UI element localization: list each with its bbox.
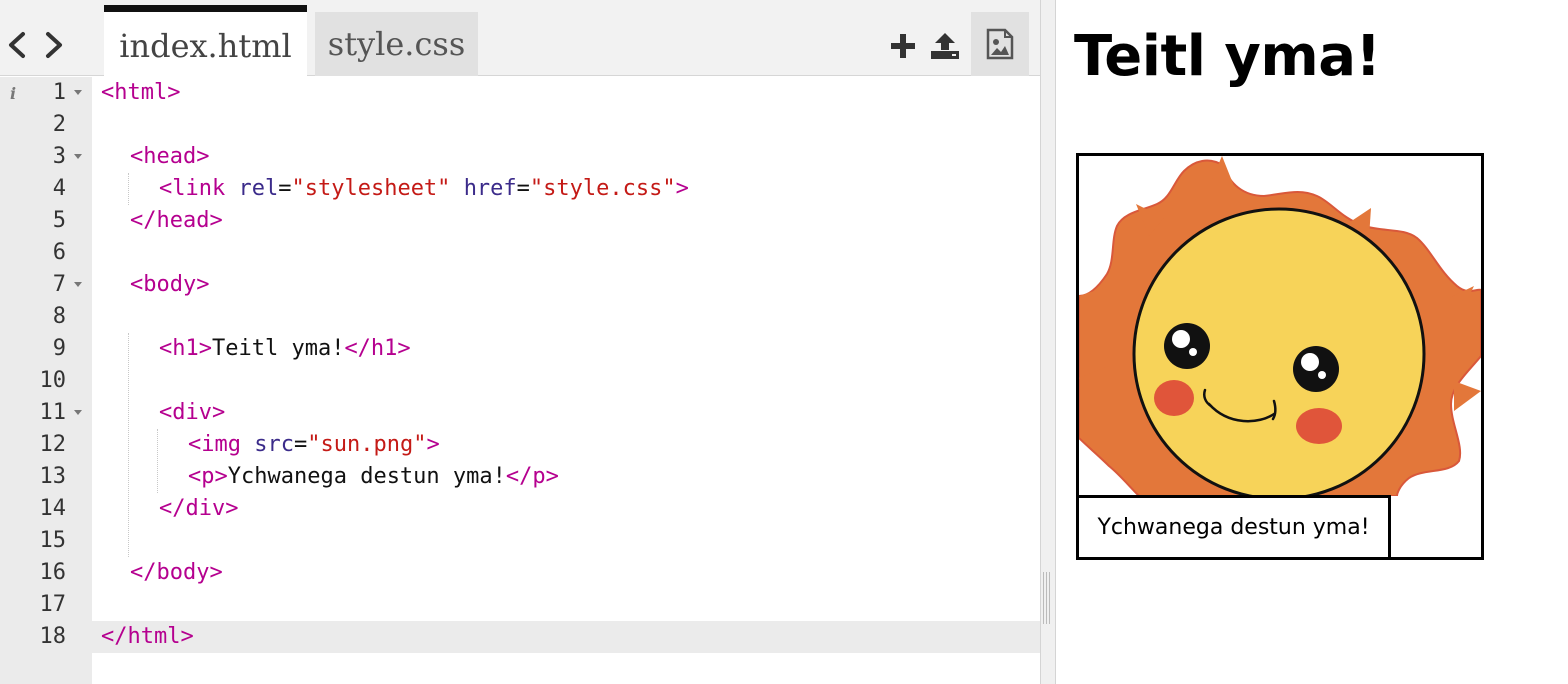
line-number: 1 <box>52 80 66 105</box>
code-eq: = <box>278 176 292 201</box>
code-tag: <p> <box>188 464 228 489</box>
code-line[interactable]: 17 <box>0 589 1040 621</box>
line-number: 4 <box>52 176 66 201</box>
line-number: 3 <box>52 144 66 169</box>
code-line[interactable]: 14 </div> <box>0 493 1040 525</box>
preview-pane: Teitl yma! Ychwanega destun yma! <box>1056 0 1568 684</box>
code-eq: = <box>516 176 530 201</box>
code-attr: src <box>254 432 294 457</box>
line-number: 17 <box>39 592 67 617</box>
code-text: <h1>Teitl yma!</h1> <box>159 333 411 365</box>
code-tag: > <box>675 176 689 201</box>
code-tag: > <box>426 432 440 457</box>
code-tag: <link <box>159 176 226 201</box>
tab-label: style.css <box>327 25 466 63</box>
image-button[interactable] <box>971 12 1029 76</box>
code-text: <head> <box>130 144 210 169</box>
editor-pane: index.html style.css i 1 <html> 2 3 <hea… <box>0 0 1040 684</box>
tab-style-css[interactable]: style.css <box>315 12 478 76</box>
plus-icon <box>891 34 915 58</box>
fold-arrow-icon[interactable] <box>74 154 82 159</box>
line-number: 11 <box>39 400 67 425</box>
code-line[interactable]: 13 <p>Ychwanega destun yma!</p> <box>0 461 1040 493</box>
line-number: 16 <box>39 560 67 585</box>
line-number: 10 <box>39 368 67 393</box>
fold-arrow-icon[interactable] <box>74 410 82 415</box>
upload-button[interactable] <box>924 20 966 72</box>
code-text: <div> <box>159 400 226 425</box>
code-line[interactable]: 8 <box>0 301 1040 333</box>
code-text: </div> <box>159 496 239 521</box>
chevron-left-icon[interactable] <box>3 28 31 62</box>
code-string: "sun.png" <box>307 432 427 457</box>
code-content: Ychwanega destun yma! <box>227 464 506 489</box>
line-number: 14 <box>39 496 67 521</box>
code-tag: </p> <box>505 464 559 489</box>
code-line[interactable]: 6 <box>0 237 1040 269</box>
chevron-right-icon[interactable] <box>40 28 68 62</box>
code-line[interactable]: 10 <box>0 365 1040 397</box>
code-eq: = <box>293 432 308 457</box>
code-line[interactable]: 9 <h1>Teitl yma!</h1> <box>0 333 1040 365</box>
resize-handle[interactable] <box>1043 572 1051 624</box>
line-number: 12 <box>39 432 67 457</box>
code-text: <p>Ychwanega destun yma!</p> <box>188 461 559 493</box>
fold-arrow-icon[interactable] <box>74 90 82 95</box>
line-number: 13 <box>39 464 67 489</box>
code-line[interactable]: 3 <head> <box>0 141 1040 173</box>
line-number: 7 <box>52 272 66 297</box>
code-attr: rel <box>238 176 279 201</box>
line-number: 6 <box>52 240 66 265</box>
line-number: 18 <box>39 624 67 649</box>
line-number: 8 <box>52 304 66 329</box>
code-line[interactable]: 11 <div> <box>0 397 1040 429</box>
tab-index-html[interactable]: index.html <box>104 5 307 77</box>
sun-image <box>1079 156 1481 496</box>
line-number: 5 <box>52 208 66 233</box>
preview-heading: Teitl yma! <box>1074 24 1381 89</box>
line-number: 2 <box>52 112 66 137</box>
code-text: <link rel="stylesheet" href="style.css"> <box>159 173 689 205</box>
preview-paragraph: Ychwanega destun yma! <box>1076 495 1391 560</box>
code-line[interactable]: 12 <img src="sun.png"> <box>0 429 1040 461</box>
code-text: <img src="sun.png"> <box>188 429 440 461</box>
line-number: 15 <box>39 528 67 553</box>
code-tag: <img <box>188 432 241 457</box>
code-text: </head> <box>130 208 223 233</box>
code-text: </body> <box>130 560 223 585</box>
code-line[interactable]: 2 <box>0 109 1040 141</box>
code-tag: </h1> <box>344 336 411 361</box>
tab-label: index.html <box>119 26 292 65</box>
code-text: </html> <box>101 624 194 649</box>
add-file-button[interactable] <box>882 20 924 72</box>
code-attr: href <box>463 176 517 201</box>
code-line[interactable]: 4 <link rel="stylesheet" href="style.css… <box>0 173 1040 205</box>
code-line[interactable]: 15 <box>0 525 1040 557</box>
code-tag: <h1> <box>159 336 212 361</box>
code-string: "stylesheet" <box>291 176 451 201</box>
image-icon <box>986 28 1014 60</box>
code-string: "style.css" <box>529 176 676 201</box>
code-line-active[interactable]: 18 </html> <box>0 621 1040 653</box>
code-content: Teitl yma! <box>211 336 345 361</box>
code-line[interactable]: 16 </body> <box>0 557 1040 589</box>
code-text: <html> <box>101 80 181 105</box>
fold-arrow-icon[interactable] <box>74 282 82 287</box>
upload-icon <box>931 33 959 59</box>
code-line[interactable]: 1 <html> <box>0 77 1040 109</box>
code-line[interactable]: 5 </head> <box>0 205 1040 237</box>
code-text: <body> <box>130 272 210 297</box>
tab-bar: index.html style.css <box>0 0 1040 77</box>
code-line[interactable]: 7 <body> <box>0 269 1040 301</box>
line-number: 9 <box>52 336 66 361</box>
